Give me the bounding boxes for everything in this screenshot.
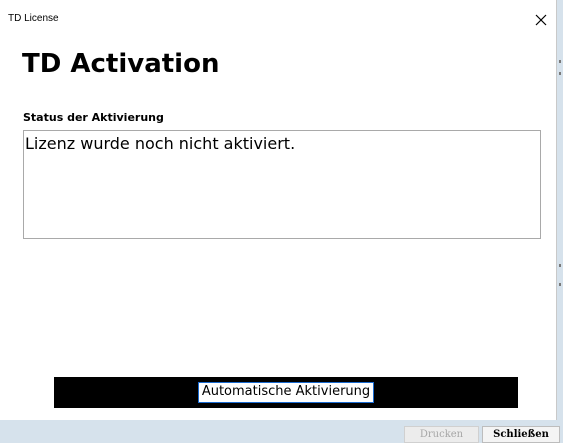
resize-grip-mark	[559, 283, 561, 286]
print-button[interactable]: Drucken	[404, 426, 479, 443]
automatic-activation-label: Automatische Aktivierung	[197, 382, 375, 403]
resize-grip-mark	[559, 60, 561, 63]
page-title: TD Activation	[22, 49, 220, 79]
title-bar: TD License	[0, 0, 556, 34]
resize-grip-mark	[559, 264, 561, 267]
close-button[interactable]: Schließen	[482, 426, 560, 443]
status-label: Status der Aktivierung	[23, 111, 164, 124]
window-close-button[interactable]	[532, 11, 550, 29]
status-textbox[interactable]: Lizenz wurde noch nicht aktiviert.	[23, 130, 541, 239]
license-window: TD License TD Activation Status der Akti…	[0, 0, 557, 420]
window-title: TD License	[8, 13, 59, 24]
resize-grip-mark	[559, 72, 561, 75]
close-icon	[535, 14, 547, 26]
automatic-activation-button[interactable]: Automatische Aktivierung	[54, 377, 518, 408]
status-text: Lizenz wurde noch nicht aktiviert.	[25, 134, 296, 153]
